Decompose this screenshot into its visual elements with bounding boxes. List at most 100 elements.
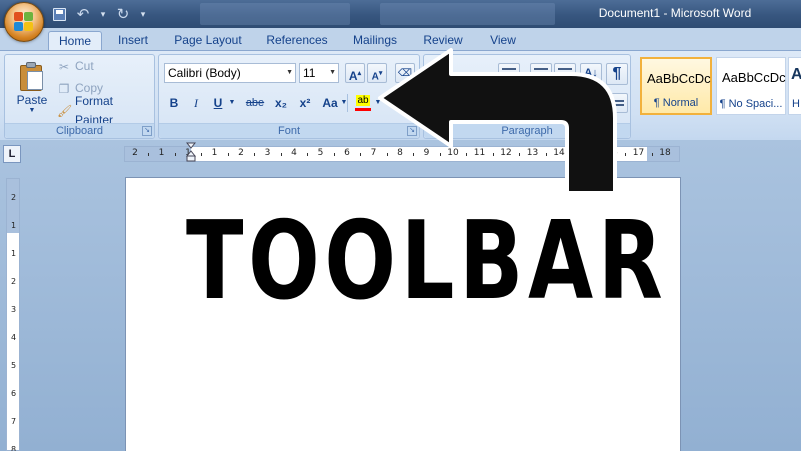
ruler-tick-label: 17 (632, 148, 645, 158)
tab-insert[interactable]: Insert (110, 31, 156, 51)
ruler-tick (413, 153, 415, 156)
ruler-tick-label: 2 (238, 148, 244, 158)
dialog-launcher-icon[interactable]: ↘ (407, 126, 417, 136)
tab-stop-selector[interactable]: L (3, 145, 21, 163)
chevron-down-icon[interactable]: ▼ (227, 93, 237, 113)
ruler-tick-label: 3 (10, 305, 17, 314)
ruler-tick (519, 153, 521, 156)
style-name: H (792, 98, 800, 110)
vertical-ruler[interactable]: 2 1 1 2 3 4 5 6 7 8 (6, 178, 20, 451)
clear-formatting-button[interactable]: ⌫ (395, 63, 415, 83)
change-case-button[interactable]: Aa (319, 93, 341, 113)
customize-icon[interactable]: ▾ (136, 4, 150, 24)
eraser-icon: ⌫ (397, 68, 413, 79)
undo-dropdown-icon[interactable]: ▾ (96, 4, 110, 24)
format-painter-button[interactable]: 🖌 Format Painter (57, 94, 154, 127)
indent-marker-icon[interactable] (186, 142, 196, 162)
style-heading[interactable]: AaBbC H (788, 57, 801, 115)
office-button[interactable] (4, 2, 44, 42)
scissors-icon: ✂ (58, 59, 70, 74)
ruler-tick-label: 5 (10, 361, 17, 370)
ruler-tick (545, 153, 547, 156)
ruler-tick (148, 153, 150, 156)
ribbon-tabs: Home Insert Page Layout References Maili… (0, 28, 801, 51)
style-name: ¶ No Spaci... (719, 98, 783, 110)
ruler-tick-label: 10 (447, 148, 459, 158)
decrease-indent-button[interactable] (530, 63, 552, 83)
show-formatting-marks-button[interactable]: ¶ (606, 63, 628, 85)
style-no-spacing[interactable]: AaBbCcDc ¶ No Spaci... (716, 57, 786, 115)
cut-button[interactable]: ✂ Cut (57, 57, 94, 76)
ruler-tick-label: 14 (553, 148, 565, 158)
ruler-tick (598, 153, 600, 156)
ruler-tick (227, 153, 229, 156)
grow-font-label: A (348, 69, 358, 83)
ruler-tick-label: 8 (10, 445, 17, 451)
paste-button[interactable]: Paste ▼ (11, 59, 53, 121)
font-group-label: Font (159, 123, 419, 138)
ruler-tick-label: 9 (423, 148, 430, 158)
ruler-tick-label: 2 (10, 277, 17, 286)
ruler-tick (625, 153, 627, 156)
document-body-text[interactable]: TOOLBAR (186, 208, 667, 316)
font-name-value: Calibri (Body) (168, 66, 241, 80)
ruler-tick (201, 153, 203, 156)
shrink-font-label: A (371, 71, 379, 83)
ruler-tick-label: 8 (397, 148, 403, 158)
ruler-tick (572, 153, 574, 156)
ruler-tick-label: 3 (264, 148, 271, 158)
font-size-field[interactable]: 11 ▼ (299, 63, 339, 83)
ruler-tick-label: 13 (526, 148, 539, 158)
shrink-font-button[interactable]: A▾ (367, 63, 387, 83)
increase-indent-button[interactable] (554, 63, 576, 83)
tab-home[interactable]: Home (48, 31, 102, 51)
subscript-button[interactable]: x₂ (271, 93, 291, 113)
style-sample: AaBbCcDc (647, 71, 711, 86)
multilevel-list-button[interactable] (498, 63, 520, 83)
tab-mailings[interactable]: Mailings (347, 31, 403, 51)
paragraph-group: A↓ ¶ Paragraph (423, 54, 631, 139)
chevron-down-icon[interactable]: ▼ (373, 93, 383, 113)
redo-icon[interactable]: ↻ (112, 4, 134, 24)
font-name-field[interactable]: Calibri (Body) ▼ (164, 63, 296, 83)
ruler-tick-label: 15 (579, 148, 592, 158)
ruler-tick (174, 153, 176, 156)
underline-button[interactable]: U (209, 93, 227, 113)
ruler-tick-label: 6 (344, 148, 350, 158)
ruler-tick-label: 12 (500, 148, 512, 158)
ruler-tick-label: 18 (659, 148, 671, 158)
ruler-tick (307, 153, 309, 156)
grow-font-button[interactable]: A▴ (345, 63, 365, 83)
strikethrough-button[interactable]: abe (243, 93, 267, 113)
ruler-tick-label: 2 (10, 193, 17, 202)
ruler-tick (360, 153, 362, 156)
bold-button[interactable]: B (165, 93, 183, 113)
window-title: Document1 - Microsoft Word (598, 6, 752, 20)
ruler-tick (386, 153, 388, 156)
bullets-button[interactable] (428, 63, 450, 83)
borders-button[interactable] (606, 93, 628, 113)
superscript-button[interactable]: x² (295, 93, 315, 113)
font-size-value: 11 (303, 66, 316, 80)
ruler-tick-label: 1 (10, 221, 17, 230)
document-page[interactable]: TOOLBAR (125, 177, 681, 451)
ruler-tick (466, 153, 468, 156)
sort-button[interactable]: A↓ (580, 63, 602, 83)
style-normal[interactable]: AaBbCcDc ¶ Normal (640, 57, 712, 115)
office-logo-icon (14, 12, 34, 32)
highlighter-icon: ab (356, 95, 370, 106)
undo-icon[interactable]: ↶ (72, 4, 94, 24)
ribbon: Paste ▼ ✂ Cut ❐ Copy 🖌 Format Painter Cl… (0, 50, 801, 140)
tab-view[interactable]: View (484, 31, 522, 51)
dialog-launcher-icon[interactable]: ↘ (142, 126, 152, 136)
horizontal-ruler[interactable]: 2 1 1 1 2 3 4 5 6 7 8 9 10 11 12 13 14 15 16 17 18 (124, 146, 680, 162)
highlight-button[interactable]: ab (353, 89, 373, 113)
ruler-tick-label: 1 (158, 148, 165, 158)
tab-review[interactable]: Review (420, 31, 466, 51)
ruler-tick-label: 7 (10, 417, 17, 426)
tab-references[interactable]: References (262, 31, 332, 51)
tab-page-layout[interactable]: Page Layout (168, 31, 248, 51)
save-icon[interactable] (48, 4, 70, 24)
italic-button[interactable]: I (187, 93, 205, 113)
ruler-tick (492, 153, 494, 156)
